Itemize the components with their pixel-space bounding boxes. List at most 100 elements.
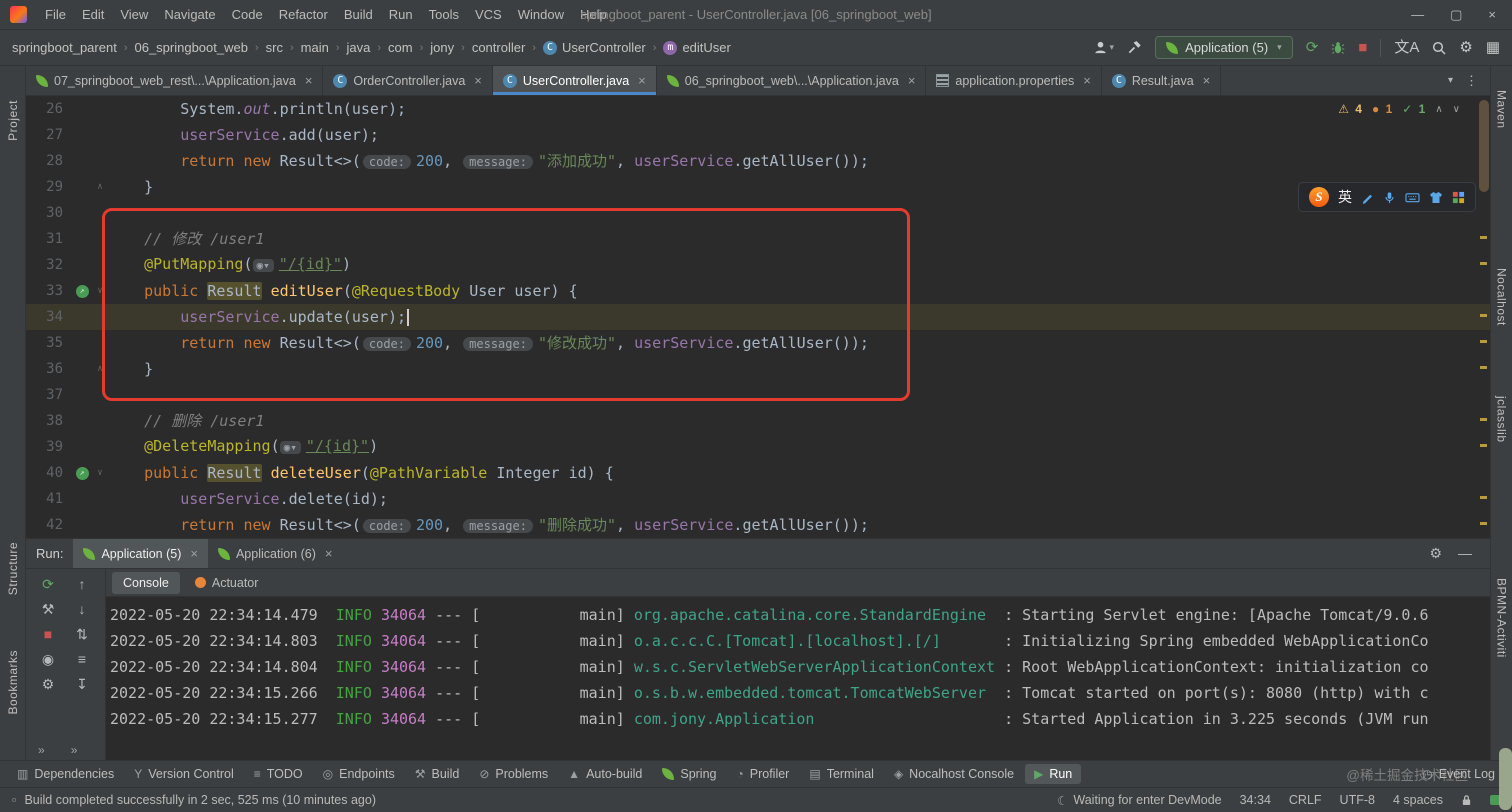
tool-button-bookmarks[interactable]: Bookmarks bbox=[6, 650, 20, 715]
wrench-icon[interactable]: ⚒ bbox=[42, 602, 55, 616]
prev-issue-icon[interactable]: ∧ bbox=[1435, 104, 1442, 115]
tool-button-spring[interactable]: Spring bbox=[653, 764, 725, 784]
ime-toolbar[interactable]: S 英 bbox=[1298, 182, 1476, 212]
breadcrumb-item-main[interactable]: main bbox=[301, 40, 329, 55]
code-line-35[interactable]: 35 return new Result<>(code: 200, message… bbox=[26, 330, 1490, 356]
line-number[interactable]: 33 bbox=[26, 278, 72, 304]
close-tab-icon[interactable]: × bbox=[908, 73, 916, 88]
fold-marker[interactable]: ∧ bbox=[92, 174, 108, 200]
line-number[interactable]: 38 bbox=[26, 408, 72, 434]
soft-wrap-icon[interactable]: ⇅ bbox=[76, 627, 88, 641]
gutter-icon-cell[interactable]: ↗ bbox=[72, 466, 92, 480]
code-line-28[interactable]: 28 return new Result<>(code: 200, message… bbox=[26, 148, 1490, 174]
run-tab-application-6[interactable]: Application (6) × bbox=[208, 539, 343, 568]
code-line-36[interactable]: 36 ∧ } bbox=[26, 356, 1490, 382]
breadcrumb-item-com[interactable]: com bbox=[388, 40, 413, 55]
line-number[interactable]: 31 bbox=[26, 226, 72, 252]
code-line-27[interactable]: 27 userService.add(user); bbox=[26, 122, 1490, 148]
translate-icon[interactable]: 文A bbox=[1394, 40, 1419, 55]
plugins-grid-icon[interactable]: ▦ bbox=[1486, 40, 1500, 55]
line-number[interactable]: 35 bbox=[26, 330, 72, 356]
line-number[interactable]: 36 bbox=[26, 356, 72, 382]
code-line-33[interactable]: 33 ↗ ∨ public Result editUser(@RequestBody… bbox=[26, 278, 1490, 304]
tool-button-bpmn-activiti[interactable]: BPMN-Activiti bbox=[1495, 578, 1509, 658]
ime-keyboard-icon[interactable] bbox=[1405, 191, 1420, 204]
menu-build[interactable]: Build bbox=[336, 4, 381, 25]
status-message[interactable]: Build completed successfully in 2 sec, 5… bbox=[24, 793, 376, 807]
line-number[interactable]: 41 bbox=[26, 486, 72, 512]
menu-file[interactable]: File bbox=[37, 4, 74, 25]
code-line-42[interactable]: 42 return new Result<>(code: 200, message… bbox=[26, 512, 1490, 538]
code-line-32[interactable]: 32 @PutMapping(◉▾ "/{id}") bbox=[26, 252, 1490, 278]
tool-button-nocalhost-console[interactable]: ◈ Nocalhost Console bbox=[885, 764, 1023, 784]
tool-button-terminal[interactable]: ▤ Terminal bbox=[800, 764, 883, 784]
settings-gear-icon[interactable]: ⚙ bbox=[42, 677, 55, 691]
spring-mapping-icon[interactable]: ↗ bbox=[75, 466, 89, 480]
console-tab-console[interactable]: Console bbox=[112, 571, 180, 594]
scroll-end-icon[interactable]: ↧ bbox=[76, 677, 88, 691]
code-line-26[interactable]: 26 System.out.println(user); bbox=[26, 96, 1490, 122]
ime-pen-icon[interactable] bbox=[1361, 191, 1374, 204]
stop-icon[interactable]: ■ bbox=[44, 627, 52, 641]
tool-button-version-control[interactable]: Y Version Control bbox=[125, 764, 242, 784]
debug-icon[interactable] bbox=[1331, 41, 1345, 55]
tool-button-structure[interactable]: Structure bbox=[6, 542, 20, 595]
close-tab-icon[interactable]: × bbox=[638, 73, 646, 88]
fold-marker[interactable]: ∨ bbox=[92, 278, 108, 304]
fold-marker[interactable]: ∧ bbox=[92, 356, 108, 382]
app-logo-icon[interactable] bbox=[10, 6, 27, 23]
line-number[interactable]: 40 bbox=[26, 460, 72, 486]
spring-mapping-icon[interactable]: ↗ bbox=[75, 284, 89, 298]
overlay-scrollbar-thumb[interactable] bbox=[1499, 748, 1512, 810]
caret-position[interactable]: 34:34 bbox=[1240, 793, 1271, 807]
code-line-37[interactable]: 37 bbox=[26, 382, 1490, 408]
breadcrumb-item-jony[interactable]: jony bbox=[430, 40, 454, 55]
menu-edit[interactable]: Edit bbox=[74, 4, 112, 25]
editor-tab-result-java[interactable]: C Result.java × bbox=[1102, 66, 1222, 95]
list-icon[interactable]: ≡ bbox=[78, 652, 86, 666]
gutter-icon-cell[interactable]: ↗ bbox=[72, 284, 92, 298]
rerun-icon[interactable]: ⟳ bbox=[42, 577, 54, 591]
tool-button-maven[interactable]: Maven bbox=[1495, 90, 1509, 129]
editor-tab-06-springboot-web-application-java[interactable]: 06_springboot_web\...\Application.java × bbox=[657, 66, 927, 95]
tool-button-event-log[interactable]: ◷ Event Log bbox=[1413, 764, 1504, 784]
ime-toolbox-icon[interactable] bbox=[1452, 191, 1465, 204]
code-line-29[interactable]: 29 ∧ } bbox=[26, 174, 1490, 200]
close-tab-icon[interactable]: × bbox=[190, 546, 198, 561]
breadcrumb-item-src[interactable]: src bbox=[266, 40, 283, 55]
warnings-indicator[interactable]: ⚠ 4 bbox=[1338, 102, 1362, 116]
breadcrumb-item-usercontroller[interactable]: C UserController bbox=[542, 40, 646, 55]
line-separator[interactable]: CRLF bbox=[1289, 793, 1322, 807]
tool-button-build[interactable]: ⚒ Build bbox=[406, 764, 469, 784]
menu-navigate[interactable]: Navigate bbox=[156, 4, 223, 25]
line-number[interactable]: 32 bbox=[26, 252, 72, 278]
close-tab-icon[interactable]: × bbox=[305, 73, 313, 88]
run-tab-application-5[interactable]: Application (5) × bbox=[73, 539, 208, 568]
sogou-logo-icon[interactable]: S bbox=[1309, 187, 1329, 207]
devmode-status[interactable]: ☾ Waiting for enter DevMode bbox=[1057, 793, 1221, 808]
line-number[interactable]: 39 bbox=[26, 434, 72, 460]
search-everywhere-icon[interactable] bbox=[1432, 41, 1446, 55]
line-number[interactable]: 29 bbox=[26, 174, 72, 200]
close-tab-icon[interactable]: × bbox=[1083, 73, 1091, 88]
code-line-34[interactable]: 34 userService.update(user); bbox=[26, 304, 1490, 330]
ime-mic-icon[interactable] bbox=[1383, 191, 1396, 204]
code-line-40[interactable]: 40 ↗ ∨ public Result deleteUser(@PathVaria… bbox=[26, 460, 1490, 486]
line-number[interactable]: 28 bbox=[26, 148, 72, 174]
line-number[interactable]: 27 bbox=[26, 122, 72, 148]
typos-indicator[interactable]: ● 1 bbox=[1372, 102, 1392, 116]
tool-button-run[interactable]: ▶ Run bbox=[1025, 764, 1082, 784]
menu-tools[interactable]: Tools bbox=[421, 4, 467, 25]
code-line-30[interactable]: 30 bbox=[26, 200, 1490, 226]
code-line-31[interactable]: 31 // 修改 /user1 bbox=[26, 226, 1490, 252]
toolbar-more-icons[interactable]: »» bbox=[38, 743, 77, 757]
line-number[interactable]: 34 bbox=[26, 304, 72, 330]
line-number[interactable]: 26 bbox=[26, 96, 72, 122]
breadcrumb-item-06-springboot-web[interactable]: 06_springboot_web bbox=[134, 40, 247, 55]
close-button[interactable]: × bbox=[1488, 7, 1496, 23]
hidden-tabs-dropdown-icon[interactable]: ▾ bbox=[1448, 75, 1453, 86]
tool-button-jclasslib[interactable]: jclasslib bbox=[1495, 396, 1509, 443]
tool-button-profiler[interactable]: ◔ Profiler bbox=[728, 764, 799, 784]
tool-button-auto-build[interactable]: ▲ Auto-build bbox=[559, 764, 651, 784]
more-icon[interactable]: » bbox=[38, 743, 45, 757]
